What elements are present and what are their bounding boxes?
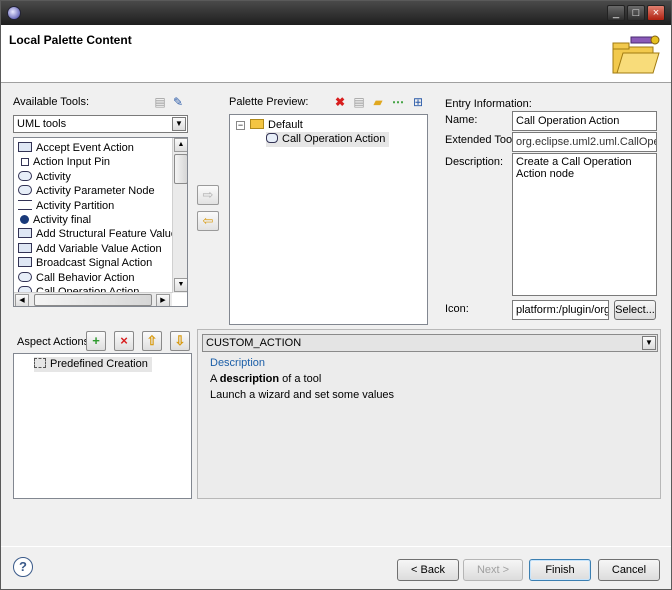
finish-button[interactable]: Finish bbox=[529, 559, 591, 581]
chevron-down-icon[interactable]: ▼ bbox=[642, 336, 656, 350]
scroll-up-icon[interactable]: ▲ bbox=[174, 138, 187, 152]
aspect-item-predefined-creation[interactable]: Predefined Creation bbox=[34, 357, 152, 372]
tool-item-label: Activity Parameter Node bbox=[36, 185, 155, 198]
aspect-properties-panel: CUSTOM_ACTION ▼ Description A descriptio… bbox=[197, 329, 661, 499]
close-button[interactable]: × bbox=[647, 5, 665, 21]
remove-from-palette-button[interactable]: ⇦ bbox=[197, 211, 219, 231]
next-button[interactable]: Next > bbox=[463, 559, 523, 581]
box-tool-icon bbox=[18, 257, 32, 268]
tool-item-label: Add Structural Feature Value A bbox=[36, 228, 187, 241]
cancel-button[interactable]: Cancel bbox=[598, 559, 660, 581]
separator-icon[interactable]: ⋯ bbox=[391, 95, 405, 109]
palette-preview-label: Palette Preview: bbox=[229, 96, 309, 108]
tool-item[interactable]: Activity Parameter Node bbox=[18, 184, 155, 198]
oval-tool-icon bbox=[18, 170, 32, 181]
tool-item-label: Accept Event Action bbox=[36, 142, 134, 154]
creation-icon bbox=[34, 358, 46, 368]
extended-tool-field: org.eclipse.uml2.uml.CallOperation bbox=[512, 132, 657, 152]
scroll-thumb[interactable] bbox=[174, 154, 187, 184]
dot-tool-icon bbox=[20, 215, 29, 224]
action-type-combo[interactable]: CUSTOM_ACTION ▼ bbox=[202, 334, 658, 352]
tool-item[interactable]: Action Input Pin bbox=[18, 155, 110, 169]
description-line-2: Launch a wizard and set some values bbox=[210, 389, 395, 401]
delete-icon[interactable]: ✖ bbox=[333, 95, 347, 109]
eclipse-icon bbox=[7, 6, 21, 20]
horizontal-scrollbar[interactable]: ◀ ▶ bbox=[14, 292, 172, 306]
lines-tool-icon bbox=[18, 199, 32, 210]
icon-label: Icon: bbox=[445, 303, 469, 315]
tool-item-label: Action Input Pin bbox=[33, 156, 111, 169]
stack-icon[interactable]: ⊞ bbox=[411, 95, 425, 109]
new-document-icon[interactable]: ▤ bbox=[153, 95, 167, 109]
available-tools-label: Available Tools: bbox=[13, 96, 90, 108]
tool-item[interactable]: Broadcast Signal Action bbox=[18, 256, 152, 270]
tool-item[interactable]: Accept Event Action bbox=[18, 141, 134, 155]
folder-icon bbox=[250, 119, 264, 129]
description-label: Description: bbox=[445, 156, 504, 168]
tool-item-label: Activity final bbox=[33, 214, 92, 226]
add-aspect-button[interactable]: + bbox=[86, 331, 106, 351]
page-title: Local Palette Content bbox=[9, 33, 132, 47]
tool-item[interactable]: Activity Partition bbox=[18, 199, 114, 213]
name-label: Name: bbox=[445, 114, 478, 126]
profile-combo[interactable]: UML tools ▼ bbox=[13, 115, 188, 133]
aspect-actions-list: Predefined Creation bbox=[13, 353, 192, 499]
dialog-window: _ □ × Local Palette Content Available To… bbox=[0, 0, 672, 590]
tool-item[interactable]: Add Structural Feature Value A bbox=[18, 227, 187, 241]
move-down-button[interactable]: ⇩ bbox=[170, 331, 190, 351]
maximize-button[interactable]: □ bbox=[627, 5, 645, 21]
description-heading: Description bbox=[210, 357, 266, 369]
add-to-palette-button[interactable]: ⇨ bbox=[197, 185, 219, 205]
box-tool-icon bbox=[18, 242, 32, 253]
tool-item-label: Call Behavior Action bbox=[36, 271, 135, 284]
edit-pen-icon[interactable]: ✎ bbox=[171, 95, 185, 109]
entry-information-heading: Entry Information: bbox=[445, 98, 532, 110]
tool-item[interactable]: Call Behavior Action bbox=[18, 271, 134, 285]
scroll-down-icon[interactable]: ▼ bbox=[174, 278, 187, 292]
chevron-down-icon[interactable]: ▼ bbox=[172, 117, 186, 131]
action-type-value: CUSTOM_ACTION bbox=[206, 337, 302, 349]
palette-folder-icon bbox=[612, 35, 660, 74]
wizard-header: Local Palette Content bbox=[1, 25, 671, 83]
box-tool-icon bbox=[18, 142, 32, 152]
title-bar: _ □ × bbox=[1, 1, 671, 25]
select-icon-button[interactable]: Select... bbox=[614, 300, 656, 320]
back-button[interactable]: < Back bbox=[397, 559, 459, 581]
tool-item-label: Activity Partition bbox=[36, 199, 115, 212]
minimize-button[interactable]: _ bbox=[607, 5, 625, 21]
collapse-icon[interactable]: − bbox=[236, 121, 245, 130]
oval-tool-icon bbox=[18, 271, 32, 282]
tool-item-label: Broadcast Signal Action bbox=[36, 257, 153, 270]
scroll-thumb-horizontal[interactable] bbox=[34, 294, 152, 306]
available-tools-list: Accept Event Action Action Input Pin Activ… bbox=[13, 137, 188, 307]
description-line-1: A description of a tool bbox=[210, 373, 322, 385]
palette-preview-tree: − Default Call Operation Action bbox=[229, 114, 428, 325]
pin-tool-icon bbox=[21, 158, 29, 167]
description-field[interactable]: Create a Call Operation Action node bbox=[512, 153, 657, 296]
scroll-right-icon[interactable]: ▶ bbox=[156, 294, 170, 306]
tree-node-call-operation-action[interactable]: Call Operation Action bbox=[266, 132, 390, 147]
box-tool-icon bbox=[18, 228, 32, 239]
icon-path-field[interactable]: platform:/plugin/org.ec bbox=[512, 300, 609, 320]
profile-combo-value: UML tools bbox=[17, 118, 67, 130]
help-icon[interactable]: ? bbox=[13, 557, 33, 577]
vertical-scrollbar[interactable]: ▲ ▼ bbox=[172, 138, 187, 293]
scroll-left-icon[interactable]: ◀ bbox=[15, 294, 29, 306]
extended-tool-label: Extended Tool: bbox=[445, 134, 518, 146]
tool-item[interactable]: Activity final bbox=[18, 213, 91, 227]
tool-item[interactable]: Activity bbox=[18, 170, 71, 184]
tool-item-label: Add Variable Value Action bbox=[36, 242, 162, 255]
name-field[interactable]: Call Operation Action bbox=[512, 111, 657, 131]
new-folder-icon[interactable]: ▰ bbox=[371, 95, 385, 109]
tree-node-default[interactable]: Default bbox=[250, 118, 303, 133]
move-up-button[interactable]: ⇧ bbox=[142, 331, 162, 351]
oval-tool-icon bbox=[18, 185, 32, 196]
footer-separator bbox=[1, 546, 671, 547]
aspect-actions-label: Aspect Actions: bbox=[17, 336, 93, 348]
tool-item-label: Activity bbox=[36, 170, 71, 183]
call-operation-icon bbox=[266, 133, 278, 143]
remove-aspect-button[interactable]: × bbox=[114, 331, 134, 351]
tool-item[interactable]: Add Variable Value Action bbox=[18, 242, 162, 256]
new-entry-icon[interactable]: ▤ bbox=[352, 95, 366, 109]
